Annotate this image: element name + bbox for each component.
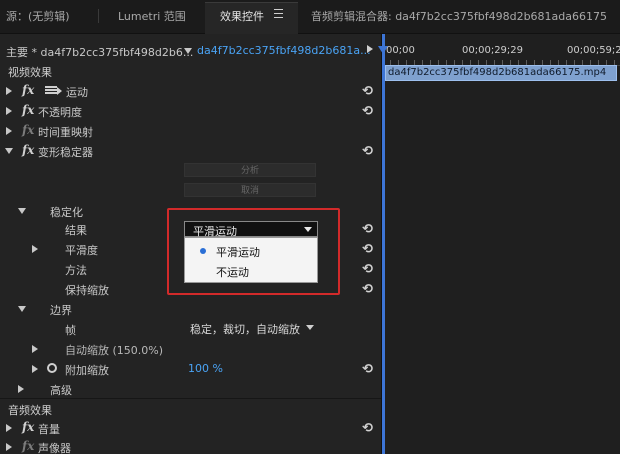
property-label: 自动缩放 (150.0%)	[65, 344, 164, 357]
fx-icon: fx	[22, 123, 35, 137]
ruler-label: 00;00;29;29	[462, 45, 524, 56]
additional-scale-value[interactable]: 100 %	[188, 362, 223, 375]
property-label: 方法	[65, 264, 87, 277]
play-triangle-icon	[57, 87, 62, 95]
analyze-button[interactable]: 分析	[184, 163, 316, 177]
expand-triangle-icon[interactable]	[6, 87, 12, 95]
panel-scroll-column	[361, 34, 381, 454]
effect-row-opacity[interactable]: fx 不透明度 ⟲	[0, 101, 381, 121]
tab-source[interactable]: 源：(无剪辑)	[6, 8, 70, 24]
expand-triangle-icon[interactable]	[32, 245, 38, 253]
tab-audio-clip-mixer[interactable]: 音频剪辑混合器: da4f7b2cc375fbf498d2b681ada6617…	[311, 8, 607, 24]
property-label: 平滑度	[65, 244, 98, 257]
expand-triangle-icon[interactable]	[6, 107, 12, 115]
group-label: 高级	[50, 384, 72, 397]
effect-row-time-remap[interactable]: fx 时间重映射	[0, 121, 381, 141]
effect-row-panner[interactable]: fx 声像器	[0, 437, 381, 454]
fx-icon[interactable]: fx	[22, 143, 34, 157]
fx-icon[interactable]: fx	[22, 83, 34, 97]
panel-menu-icon[interactable]	[274, 9, 283, 18]
effect-label: 不透明度	[38, 106, 82, 119]
effect-row-volume[interactable]: fx 音量 ⟲	[0, 418, 381, 438]
timeline-clip[interactable]: da4f7b2cc375fbf498d2b681ada66175.mp4	[385, 65, 617, 81]
framing-dropdown[interactable]: 稳定，裁切，自动缩放	[184, 320, 318, 336]
time-ruler[interactable]: 00;00 00;00;29;29 00;00;59;2	[382, 40, 620, 66]
framing-dropdown-value: 稳定，裁切，自动缩放	[190, 323, 300, 336]
group-label: 边界	[50, 304, 72, 317]
effect-row-warp-stabilizer[interactable]: fx 变形稳定器 ⟲	[0, 141, 381, 161]
clip-selector-row: 主要 * da4f7b2cc375fbf498d2b6... da4f7b2cc…	[0, 41, 381, 61]
chevron-down-icon[interactable]	[184, 48, 192, 54]
effect-row-motion[interactable]: fx 运动 ⟲	[0, 81, 381, 101]
collapse-triangle-icon[interactable]	[5, 148, 13, 154]
cancel-button[interactable]: 取消	[184, 183, 316, 197]
effect-label: 声像器	[38, 442, 71, 454]
fx-icon[interactable]: fx	[22, 103, 34, 117]
clip-name: da4f7b2cc375fbf498d2b681ada66175.mp4	[388, 67, 607, 78]
expand-triangle-icon[interactable]	[6, 424, 12, 432]
fx-icon[interactable]: fx	[22, 439, 34, 453]
tab-effect-controls[interactable]: 效果控件	[220, 8, 264, 24]
sequence-clip-label[interactable]: da4f7b2cc375fbf498d2b681a...	[197, 44, 371, 57]
property-label: 附加缩放	[65, 364, 109, 377]
chevron-down-icon[interactable]	[306, 325, 314, 330]
playhead[interactable]	[378, 34, 388, 454]
property-label: 保持缩放	[65, 284, 109, 297]
master-clip-label[interactable]: 主要 * da4f7b2cc375fbf498d2b6...	[6, 44, 193, 60]
panel-tab-bar: 源：(无剪辑) Lumetri 范围 效果控件 音频剪辑混合器: da4f7b2…	[0, 0, 620, 34]
motion-icon[interactable]	[45, 86, 57, 95]
expand-triangle-icon[interactable]	[32, 345, 38, 353]
property-label: 帧	[65, 324, 76, 337]
video-effects-title: 视频效果	[8, 66, 52, 79]
tab-separator	[98, 9, 99, 23]
video-effects-header: 视频效果	[0, 61, 381, 81]
auto-scale-row: 自动缩放 (150.0%)	[0, 339, 381, 359]
tab-lumetri-scopes[interactable]: Lumetri 范围	[118, 8, 186, 24]
stopwatch-icon[interactable]	[47, 363, 57, 373]
effect-label: 运动	[66, 86, 88, 99]
show-timeline-arrow-icon[interactable]	[367, 45, 373, 53]
group-label: 稳定化	[50, 206, 83, 219]
effect-label: 音量	[38, 423, 60, 436]
effect-label: 变形稳定器	[38, 146, 93, 159]
fx-icon[interactable]: fx	[22, 420, 34, 434]
audio-effects-title: 音频效果	[8, 404, 52, 417]
expand-triangle-icon[interactable]	[6, 443, 12, 451]
borders-group-row[interactable]: 边界	[0, 299, 381, 319]
highlight-annotation-box	[167, 208, 340, 295]
ruler-label: 00;00;59;2	[567, 45, 620, 56]
effect-label: 时间重映射	[38, 126, 93, 139]
playhead-handle-icon[interactable]	[378, 46, 388, 54]
expand-triangle-icon[interactable]	[32, 365, 38, 373]
ruler-label: 00;00	[386, 45, 415, 56]
audio-effects-header: 音频效果	[0, 399, 381, 419]
property-label: 结果	[65, 224, 87, 237]
advanced-group-row[interactable]: 高级	[0, 379, 381, 399]
collapse-triangle-icon[interactable]	[18, 306, 26, 312]
expand-triangle-icon[interactable]	[6, 127, 12, 135]
timeline-panel: 00;00 00;00;29;29 00;00;59;2 da4f7b2cc37…	[378, 34, 620, 454]
expand-triangle-icon[interactable]	[18, 385, 24, 393]
additional-scale-row: 附加缩放 100 % ⟲	[0, 359, 381, 379]
collapse-triangle-icon[interactable]	[18, 208, 26, 214]
